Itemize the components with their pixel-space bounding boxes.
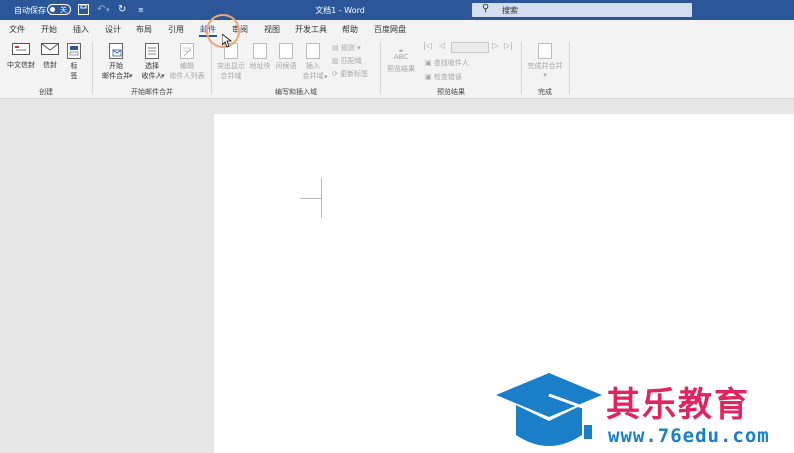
- preview-results-button[interactable]: ◂▸ ABC 预览结果: [385, 43, 417, 74]
- highlight-merge-fields-label-line1: 突出显示: [217, 62, 245, 70]
- group-label-create: 创建: [39, 88, 53, 96]
- edit-recipient-list-icon: [180, 43, 194, 59]
- abc-text: ABC: [393, 53, 409, 61]
- start-mail-merge-icon: [109, 43, 123, 59]
- group-label-start-merge: 开始邮件合并: [131, 88, 173, 96]
- customize-qat-icon[interactable]: ≡: [138, 6, 144, 14]
- chevron-down-icon[interactable]: ▾: [161, 72, 165, 80]
- address-block-label: 地址块: [249, 62, 271, 70]
- address-block-button[interactable]: 地址块: [247, 43, 273, 71]
- update-labels-label: 更新标签: [340, 70, 369, 78]
- labels-label-line1: 标: [70, 62, 78, 70]
- find-recipient-icon: ▣: [425, 59, 432, 67]
- edit-recipient-list-label-line1: 编辑: [180, 62, 194, 70]
- address-block-icon: [253, 43, 267, 59]
- redo-icon[interactable]: ↻: [118, 4, 126, 15]
- chinese-envelope-button[interactable]: 中文信封: [5, 43, 37, 70]
- watermark-logo: 其乐教育 www.76edu.com: [494, 365, 794, 453]
- greeting-line-button[interactable]: 问候语: [273, 43, 299, 71]
- autosave-label: 自动保存: [14, 6, 46, 15]
- save-icon[interactable]: [78, 4, 89, 18]
- find-recipient-button[interactable]: ▣ 查找收件人: [425, 58, 469, 68]
- insert-merge-field-label-line2: 合并域: [302, 72, 324, 80]
- last-record-icon[interactable]: ▷|: [504, 41, 513, 50]
- group-separator: [569, 42, 570, 94]
- tab-design[interactable]: 设计: [105, 24, 121, 35]
- graduation-cap-icon: [496, 373, 602, 446]
- margin-crop-mark-vertical: [321, 178, 322, 218]
- insert-merge-field-label-line1: 插入: [306, 62, 320, 70]
- chevron-down-icon[interactable]: ▾: [525, 71, 565, 79]
- search-placeholder: 搜索: [502, 6, 518, 15]
- match-fields-icon: ▥: [332, 57, 339, 65]
- insert-merge-field-icon: [306, 43, 320, 59]
- previous-record-icon[interactable]: ◁: [439, 41, 445, 50]
- tab-view[interactable]: 视图: [264, 24, 280, 35]
- find-recipient-label: 查找收件人: [433, 59, 469, 67]
- preview-results-label: 预览结果: [387, 65, 415, 73]
- undo-icon[interactable]: ↶: [97, 4, 105, 15]
- toggle-knob: [50, 7, 55, 12]
- highlight-merge-fields-label-line2: 合并域: [220, 72, 242, 80]
- next-record-icon[interactable]: ▷: [492, 41, 498, 50]
- tab-baidu-netdisk[interactable]: 百度网盘: [374, 24, 406, 35]
- select-recipients-icon: [145, 43, 159, 59]
- document-title: 文档1 - Word: [315, 6, 365, 15]
- rules-label: 规则: [340, 44, 355, 52]
- envelope-icon: [41, 43, 59, 55]
- labels-button[interactable]: 标 签: [64, 43, 84, 81]
- greeting-line-label: 问候语: [275, 62, 297, 70]
- check-errors-icon: ▣: [425, 73, 432, 81]
- tab-file[interactable]: 文件: [9, 24, 25, 35]
- finish-merge-icon: [538, 43, 552, 59]
- autosave-toggle[interactable]: 关: [47, 4, 71, 15]
- labels-icon: [67, 43, 81, 59]
- tab-developer[interactable]: 开发工具: [295, 24, 327, 35]
- chevron-down-icon[interactable]: ▾: [324, 73, 328, 81]
- match-fields-label: 匹配域: [340, 57, 362, 65]
- envelope-button[interactable]: 信封: [39, 43, 61, 70]
- finish-merge-button[interactable]: 完成并合并 ▾: [525, 43, 565, 79]
- tab-help[interactable]: 帮助: [342, 24, 358, 35]
- select-recipients-label-line1: 选择: [145, 62, 159, 70]
- search-box[interactable]: ⚲ 搜索: [472, 3, 692, 17]
- group-label-finish: 完成: [538, 88, 552, 96]
- chinese-envelope-icon: [12, 43, 30, 55]
- ribbon-mailings: 中文信封 信封 标 签 创建 开始 邮件合并 ▾ 选择 收件人 ▾ 编辑 收件人…: [0, 38, 794, 99]
- finish-merge-label: 完成并合并: [527, 62, 563, 70]
- insert-merge-field-button[interactable]: 插入 合并域: [299, 43, 327, 81]
- rules-button[interactable]: ▤ 规则 ▾: [332, 43, 361, 53]
- tab-references[interactable]: 引用: [168, 24, 184, 35]
- envelope-label: 信封: [43, 61, 57, 69]
- search-icon: ⚲: [482, 3, 490, 14]
- chinese-envelope-label: 中文信封: [7, 61, 35, 69]
- group-label-preview: 预览结果: [437, 88, 465, 96]
- greeting-line-icon: [279, 43, 293, 59]
- start-mail-merge-label-line1: 开始: [109, 62, 123, 70]
- first-record-icon[interactable]: |◁: [423, 41, 432, 50]
- check-errors-label: 检查错误: [433, 73, 462, 81]
- check-errors-button[interactable]: ▣ 检查错误: [425, 72, 462, 82]
- tab-insert[interactable]: 插入: [73, 24, 89, 35]
- watermark-brand: 其乐教育: [606, 385, 750, 425]
- labels-label-line2: 签: [70, 72, 78, 80]
- update-labels-button[interactable]: ⟳ 更新标签: [332, 69, 368, 79]
- record-number-input[interactable]: [451, 42, 489, 53]
- edit-recipient-list-label-line2: 收件人列表: [169, 72, 205, 80]
- chevron-down-icon[interactable]: ▾: [129, 72, 133, 80]
- undo-dropdown-icon[interactable]: ▾: [106, 6, 110, 14]
- edit-recipient-list-button[interactable]: 编辑 收件人列表: [166, 43, 208, 81]
- autosave-state: 关: [60, 6, 67, 14]
- title-bar: 自动保存 关 ↶ ▾ ↻ ≡ 文档1 - Word ⚲ 搜索: [0, 0, 794, 20]
- margin-crop-mark-horizontal: [300, 198, 322, 199]
- tab-home[interactable]: 开始: [41, 24, 57, 35]
- rules-icon: ▤: [332, 44, 339, 52]
- group-label-write-insert: 编写和插入域: [275, 88, 317, 96]
- watermark-url: www.76edu.com: [608, 425, 770, 447]
- mouse-cursor-icon: [221, 33, 233, 51]
- tab-layout[interactable]: 布局: [136, 24, 152, 35]
- match-fields-button[interactable]: ▥ 匹配域: [332, 56, 362, 66]
- update-labels-icon: ⟳: [332, 70, 338, 78]
- ribbon-tabs: 文件 开始 插入 设计 布局 引用 邮件 审阅 视图 开发工具 帮助 百度网盘: [0, 20, 794, 38]
